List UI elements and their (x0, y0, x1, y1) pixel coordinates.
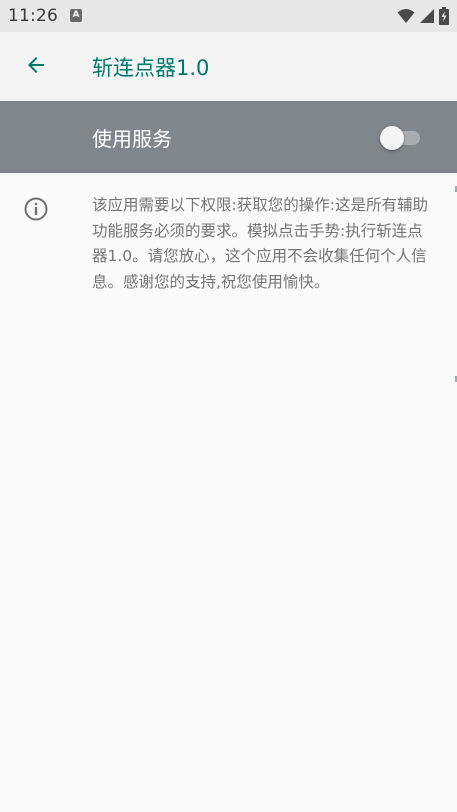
status-time: 11:26 (8, 6, 58, 26)
signal-icon (419, 8, 435, 24)
page-title: 斩连点器1.0 (92, 56, 210, 80)
back-button[interactable] (18, 49, 54, 85)
wifi-icon (397, 8, 415, 24)
use-service-label: 使用服务 (92, 127, 172, 151)
battery-charging-icon (439, 7, 449, 25)
status-bar: 11:26 A (0, 0, 457, 32)
use-service-toggle[interactable] (380, 125, 424, 151)
permission-description: 该应用需要以下权限:获取您的操作:这是所有辅助功能服务必须的要求。模拟点击手势:… (92, 196, 428, 291)
arrow-back-icon (24, 53, 48, 81)
info-icon (23, 196, 49, 222)
status-icons (397, 7, 449, 25)
app-bar: 斩连点器1.0 (0, 32, 457, 101)
use-service-row[interactable]: 使用服务 (0, 101, 457, 173)
accessibility-a-icon: A (70, 9, 82, 22)
toggle-thumb (380, 126, 404, 150)
